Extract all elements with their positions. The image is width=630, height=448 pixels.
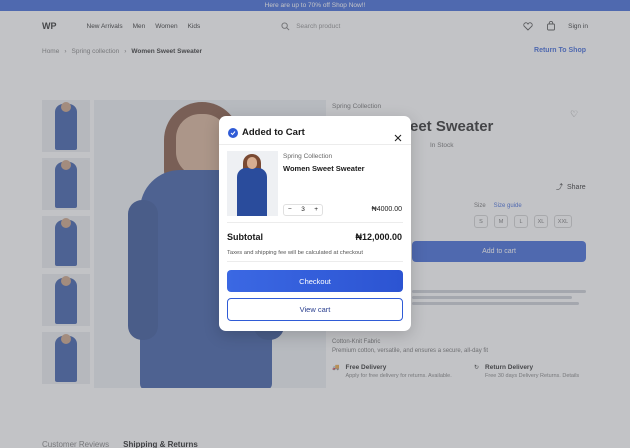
divider <box>219 144 411 145</box>
divider <box>227 222 403 223</box>
divider <box>227 261 403 262</box>
quantity-increase-button[interactable]: + <box>314 206 318 214</box>
added-to-cart-modal: Added to Cart Spring Collection Women Sw… <box>219 116 411 331</box>
checkout-button[interactable]: Checkout <box>227 270 403 292</box>
quantity-decrease-button[interactable]: − <box>288 206 292 214</box>
view-cart-button[interactable]: View cart <box>227 298 403 321</box>
quantity-stepper: − 3 + <box>283 204 323 216</box>
cart-item-collection: Spring Collection <box>283 153 333 160</box>
check-circle-icon <box>228 127 238 138</box>
subtotal-value: ₦12,000.00 <box>355 232 402 242</box>
modal-title: Added to Cart <box>242 127 305 138</box>
quantity-value[interactable]: 3 <box>301 206 305 214</box>
close-icon[interactable] <box>394 129 402 142</box>
cart-item-image <box>227 151 278 216</box>
cart-item-name: Women Sweet Sweater <box>283 164 365 173</box>
tax-note: Taxes and shipping fee will be calculate… <box>227 250 363 256</box>
subtotal-label: Subtotal <box>227 232 263 242</box>
modal-header: Added to Cart <box>228 127 305 138</box>
cart-item-price: ₦4000.00 <box>371 206 402 213</box>
